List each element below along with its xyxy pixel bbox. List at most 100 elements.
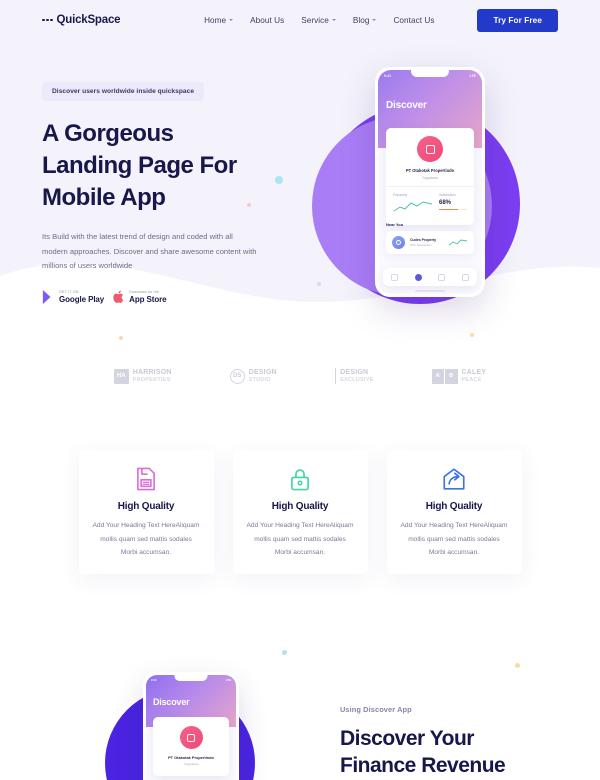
- near-item-subtitle: 84% Satisfaction: [410, 243, 432, 248]
- stat-satisfaction-value: 68%: [439, 199, 452, 206]
- near-item-sparkline-icon: [448, 239, 468, 246]
- brand-line-2: EXCLUSIVE: [340, 376, 374, 383]
- property-avatar-icon: [417, 136, 443, 162]
- hero-title-line-1: A Gorgeous: [42, 120, 174, 147]
- brand-caley-peace: AB CALEY PEACE: [431, 368, 487, 384]
- brand-line-2: PEACE: [461, 376, 482, 383]
- brand-line-1: DESIGN: [340, 368, 369, 376]
- nav-label: Service: [301, 15, 329, 25]
- bottom-heading: Discover Your Finance Revenue: [340, 725, 506, 780]
- nav-label: Home: [204, 15, 227, 25]
- decor-dot-yellow-3: [515, 663, 520, 668]
- nav-label: Blog: [352, 15, 370, 25]
- app-store-label: App Store: [129, 294, 167, 304]
- feature-card-2[interactable]: High Quality Add Your Heading Text HereA…: [232, 450, 368, 574]
- nav-item-blog[interactable]: Blog: [353, 16, 377, 25]
- bottom-property-card[interactable]: PT Otakotak Propertindo Yogyakarta: [153, 717, 229, 776]
- brand-mark: [334, 368, 337, 384]
- feature-card-title: High Quality: [425, 501, 483, 512]
- logo-text: QuickSpace: [56, 14, 121, 26]
- phone-status-bar: 9:41 LTE: [384, 74, 476, 78]
- near-item-title: Cudes Property: [410, 237, 437, 242]
- share-arrow-icon: [443, 468, 465, 490]
- popularity-sparkline-icon: [393, 200, 433, 211]
- bottom-phone-status-bar: 9:41 LTE: [151, 678, 231, 682]
- logo-dots-icon: [42, 18, 53, 22]
- phone-frame: 9:41 LTE Discover PT Otakotak Propertind…: [375, 67, 485, 297]
- lock-icon: [291, 469, 309, 491]
- nav-icon-profile[interactable]: [461, 273, 469, 281]
- decor-dot-yellow-2: [470, 333, 474, 337]
- hero-title-line-2: Landing Page For: [42, 151, 237, 179]
- brand-line-2: STUDIO: [248, 376, 271, 383]
- phone-screen: 9:41 LTE Discover PT Otakotak Propertind…: [378, 70, 482, 294]
- chevron-down-icon: [229, 19, 234, 21]
- feature-card-3[interactable]: High Quality Add Your Heading Text HereA…: [386, 450, 522, 574]
- stat-popularity-label: Popularity: [393, 192, 408, 197]
- bottom-phone-mockup: 9:41 LTE Discover PT Otakotak Propertind…: [143, 672, 239, 780]
- decor-dot-yellow: [119, 336, 123, 340]
- nav-icon-grid[interactable]: [391, 273, 399, 281]
- bottom-phone-screen-title: Discover: [153, 697, 190, 707]
- navbar: QuickSpace Home About Us Service Blog Co…: [0, 0, 600, 40]
- bottom-heading-line-2: Finance Revenue: [340, 754, 506, 778]
- near-you-label: Near You: [386, 222, 404, 227]
- card-divider: [386, 185, 474, 187]
- phone-home-indicator: [415, 290, 445, 292]
- brand-line-2: PROPERTIES: [132, 376, 171, 383]
- bottom-text-block: Using Discover App Discover Your Finance…: [340, 705, 506, 780]
- property-thumb-icon: [392, 236, 405, 249]
- status-time: 9:41: [384, 73, 392, 78]
- feature-card-body: Add Your Heading Text HereAliquam mollis…: [400, 522, 508, 557]
- nav-icon-calendar[interactable]: [438, 273, 446, 281]
- nav-item-contact-us[interactable]: Contact Us: [393, 16, 434, 25]
- bottom-section: 9:41 LTE Discover PT Otakotak Propertind…: [0, 660, 600, 780]
- nav-item-home[interactable]: Home: [204, 15, 234, 25]
- decor-dot-grey: [317, 282, 321, 286]
- brand-mark: AB: [431, 368, 458, 384]
- store-badges: GET IT ON Google Play Download on the Ap…: [42, 290, 292, 305]
- bottom-property-location: Yogyakarta: [183, 762, 199, 766]
- google-play-label: Google Play: [59, 294, 105, 304]
- brand-logos: HA HARRISON PROPERTIES DS DESIGN STUDIO …: [0, 358, 600, 394]
- apple-icon: [113, 290, 124, 304]
- brand-line-1: CALEY: [461, 368, 487, 376]
- chevron-down-icon: [372, 19, 377, 21]
- stat-satisfaction: Satisfaction 68%: [439, 193, 467, 218]
- brand-design-studio: DS DESIGN STUDIO: [229, 368, 277, 384]
- property-stats: Popularity Satisfaction 68%: [393, 193, 467, 218]
- bottom-phone-screen: 9:41 LTE Discover PT Otakotak Propertind…: [146, 675, 236, 780]
- stat-satisfaction-label: Satisfaction: [439, 192, 456, 197]
- phone-screen-title: Discover: [386, 100, 427, 111]
- nav-icon-compass[interactable]: [414, 273, 422, 281]
- landing-page: QuickSpace Home About Us Service Blog Co…: [0, 0, 600, 780]
- brand-mark: DS: [229, 368, 245, 384]
- brand-mark: HA: [113, 368, 129, 384]
- hero-title-line-3: Mobile App: [42, 183, 166, 211]
- phone-property-card[interactable]: PT Otakotak Propertindo Yogyakarta Popul…: [386, 128, 474, 225]
- bottom-heading-line-1: Discover Your: [340, 727, 474, 750]
- feature-card-1[interactable]: High Quality Add Your Heading Text HereA…: [78, 450, 214, 574]
- phone-bottom-nav: [383, 268, 477, 286]
- app-store-button[interactable]: Download on the App Store: [113, 290, 167, 304]
- property-location: Yogyakarta: [422, 175, 438, 180]
- document-save-icon: [137, 467, 155, 491]
- google-play-button[interactable]: GET IT ON Google Play: [42, 290, 105, 305]
- near-you-list-item[interactable]: Cudes Property 84% Satisfaction: [386, 231, 474, 254]
- bottom-status-time: 9:41: [151, 678, 157, 682]
- feature-card-title: High Quality: [271, 501, 329, 512]
- brand-line-1: DESIGN: [248, 368, 277, 376]
- nav-item-service[interactable]: Service: [301, 16, 336, 25]
- stat-popularity: Popularity: [393, 193, 433, 218]
- brand-line-1: HARRISON: [132, 368, 172, 376]
- hero-paragraph: Its Build with the latest trend of desig…: [42, 231, 257, 271]
- feature-card-body: Add Your Heading Text HereAliquam mollis…: [92, 522, 200, 557]
- nav-item-about-us[interactable]: About Us: [250, 16, 284, 25]
- try-for-free-button[interactable]: Try For Free: [477, 8, 558, 32]
- chevron-down-icon: [331, 19, 336, 21]
- nav-label: Contact Us: [393, 15, 435, 25]
- status-signal: LTE: [469, 73, 476, 78]
- logo[interactable]: QuickSpace: [42, 14, 121, 26]
- decor-dot-cyan-2: [282, 650, 287, 655]
- nav-label: About Us: [250, 15, 285, 25]
